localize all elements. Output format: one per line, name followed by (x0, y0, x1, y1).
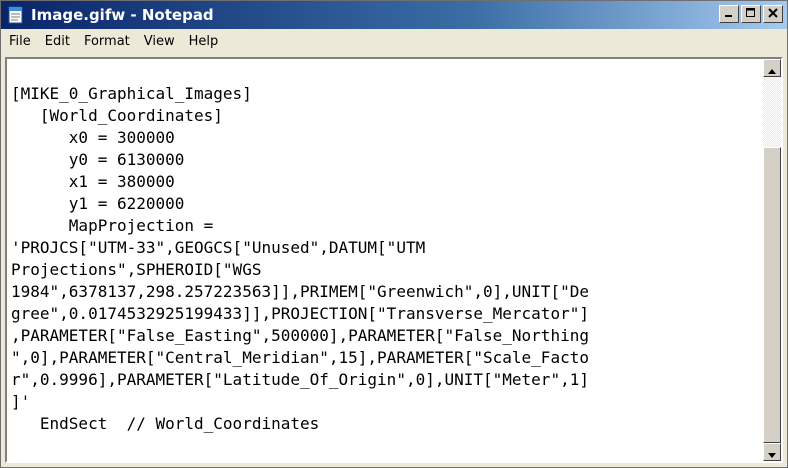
window-controls (719, 5, 783, 23)
title-bar[interactable]: Image.gifw - Notepad (1, 1, 787, 29)
arrow-up-icon (768, 59, 776, 78)
window-title: Image.gifw - Notepad (31, 6, 214, 24)
menu-edit[interactable]: Edit (38, 29, 77, 55)
menu-bar: File Edit Format View Help (1, 29, 787, 55)
minimize-icon (724, 7, 734, 21)
editor-content[interactable]: [MIKE_0_Graphical_Images] [World_Coordin… (7, 59, 763, 461)
menu-file[interactable]: File (1, 29, 38, 55)
close-icon (768, 7, 778, 21)
maximize-button[interactable] (741, 5, 761, 23)
menu-format[interactable]: Format (77, 29, 137, 55)
scroll-down-button[interactable] (763, 443, 781, 461)
text-editor[interactable]: [MIKE_0_Graphical_Images] [World_Coordin… (7, 59, 763, 461)
editor-frame: [MIKE_0_Graphical_Images] [World_Coordin… (5, 57, 783, 463)
notepad-window: Image.gifw - Notepad File Edit Format Vi… (0, 0, 788, 468)
menu-help[interactable]: Help (182, 29, 226, 55)
menu-view[interactable]: View (137, 29, 182, 55)
scroll-thumb[interactable] (763, 147, 781, 443)
vertical-scrollbar[interactable] (763, 59, 781, 461)
notepad-icon (7, 6, 25, 24)
maximize-icon (746, 7, 756, 21)
arrow-down-icon (768, 443, 776, 462)
scroll-up-button[interactable] (763, 59, 781, 77)
close-button[interactable] (763, 5, 783, 23)
minimize-button[interactable] (719, 5, 739, 23)
